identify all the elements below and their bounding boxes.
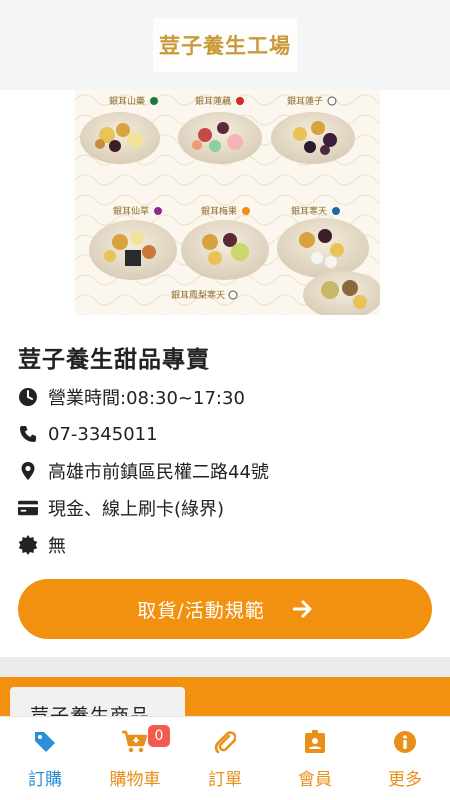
hours-text: 營業時間:08:30~17:30 — [48, 388, 245, 409]
section-divider — [0, 657, 450, 677]
cart-count-badge: 0 — [148, 725, 170, 747]
payment-row: 現金、線上刷卡(綠界) — [18, 494, 224, 522]
banner-dot-5 — [242, 207, 250, 215]
phone-text[interactable]: 07-3345011 — [48, 424, 158, 445]
banner-dot-3 — [327, 96, 337, 106]
arrow-right-icon — [292, 600, 313, 618]
info-icon — [393, 729, 417, 755]
nav-member-label: 會員 — [298, 770, 332, 790]
banner-label-5: 銀耳梅果 — [201, 205, 237, 217]
banner-label-2: 銀耳蓮藕 — [195, 95, 231, 107]
banner-dot-4 — [154, 207, 162, 215]
bowl-1 — [80, 112, 160, 164]
banner-dot-6 — [332, 207, 340, 215]
notice-text: 無 — [48, 536, 66, 557]
nav-cart[interactable]: 0 購物車 — [90, 717, 180, 800]
store-logo[interactable]: 荳子養生工場 — [153, 18, 297, 72]
pickup-rules-button[interactable]: 取貨/活動規範 — [18, 579, 432, 639]
product-banner-image: 銀耳山藥 銀耳蓮藕 銀耳蓮子 銀耳仙草 銀耳梅果 銀耳寒天 銀耳鳳梨寒天 — [75, 90, 380, 315]
credit-card-icon — [18, 498, 38, 518]
clock-icon — [18, 387, 38, 407]
bowl-6 — [277, 218, 369, 278]
nav-cart-label: 購物車 — [109, 770, 161, 790]
banner-label-4: 銀耳仙草 — [113, 205, 149, 217]
address-text[interactable]: 高雄市前鎮區民權二路44號 — [48, 458, 269, 484]
banner-illustration: 銀耳山藥 銀耳蓮藕 銀耳蓮子 銀耳仙草 銀耳梅果 銀耳寒天 銀耳鳳梨寒天 — [75, 90, 380, 315]
cart-icon — [121, 729, 149, 755]
banner-label-7: 銀耳鳳梨寒天 — [171, 289, 225, 301]
banner-label-3: 銀耳蓮子 — [287, 95, 323, 107]
tag-icon — [33, 729, 57, 755]
certificate-icon — [18, 535, 38, 555]
map-marker-icon — [18, 461, 38, 481]
nav-member[interactable]: 會員 — [270, 717, 360, 800]
nav-more[interactable]: 更多 — [360, 717, 450, 800]
bowl-4 — [89, 220, 177, 280]
bowl-2 — [178, 112, 262, 164]
bowl-3 — [271, 112, 355, 164]
banner-label-6: 銀耳寒天 — [291, 205, 327, 217]
nav-orders[interactable]: 訂單 — [180, 717, 270, 800]
banner-label-1: 銀耳山藥 — [109, 95, 145, 107]
bottom-nav: 訂購 0 購物車 訂單 會員 更多 — [0, 716, 450, 800]
pickup-rules-label: 取貨/活動規範 — [137, 599, 265, 622]
logo-text: 荳子養生工場 — [159, 33, 291, 58]
phone-icon — [18, 424, 38, 444]
payment-text: 現金、線上刷卡(綠界) — [48, 499, 225, 520]
phone-row[interactable]: 07-3345011 — [18, 420, 158, 448]
nav-orders-label: 訂單 — [208, 770, 242, 790]
store-title: 荳子養生甜品專賣 — [18, 347, 210, 373]
id-badge-icon — [304, 729, 326, 755]
nav-order-label: 訂購 — [28, 770, 62, 790]
nav-order[interactable]: 訂購 — [0, 717, 90, 800]
banner-dot-2 — [236, 97, 244, 105]
nav-more-label: 更多 — [388, 770, 422, 790]
paperclip-icon — [214, 729, 236, 755]
bowl-5 — [181, 220, 269, 280]
hours-row: 營業時間:08:30~17:30 — [18, 383, 245, 411]
notice-row: 無 — [18, 531, 66, 559]
app-header: 荳子養生工場 — [0, 0, 450, 90]
address-row[interactable]: 高雄市前鎮區民權二路44號 — [18, 457, 269, 485]
banner-dot-1 — [150, 97, 158, 105]
banner-dot-7 — [228, 290, 238, 300]
